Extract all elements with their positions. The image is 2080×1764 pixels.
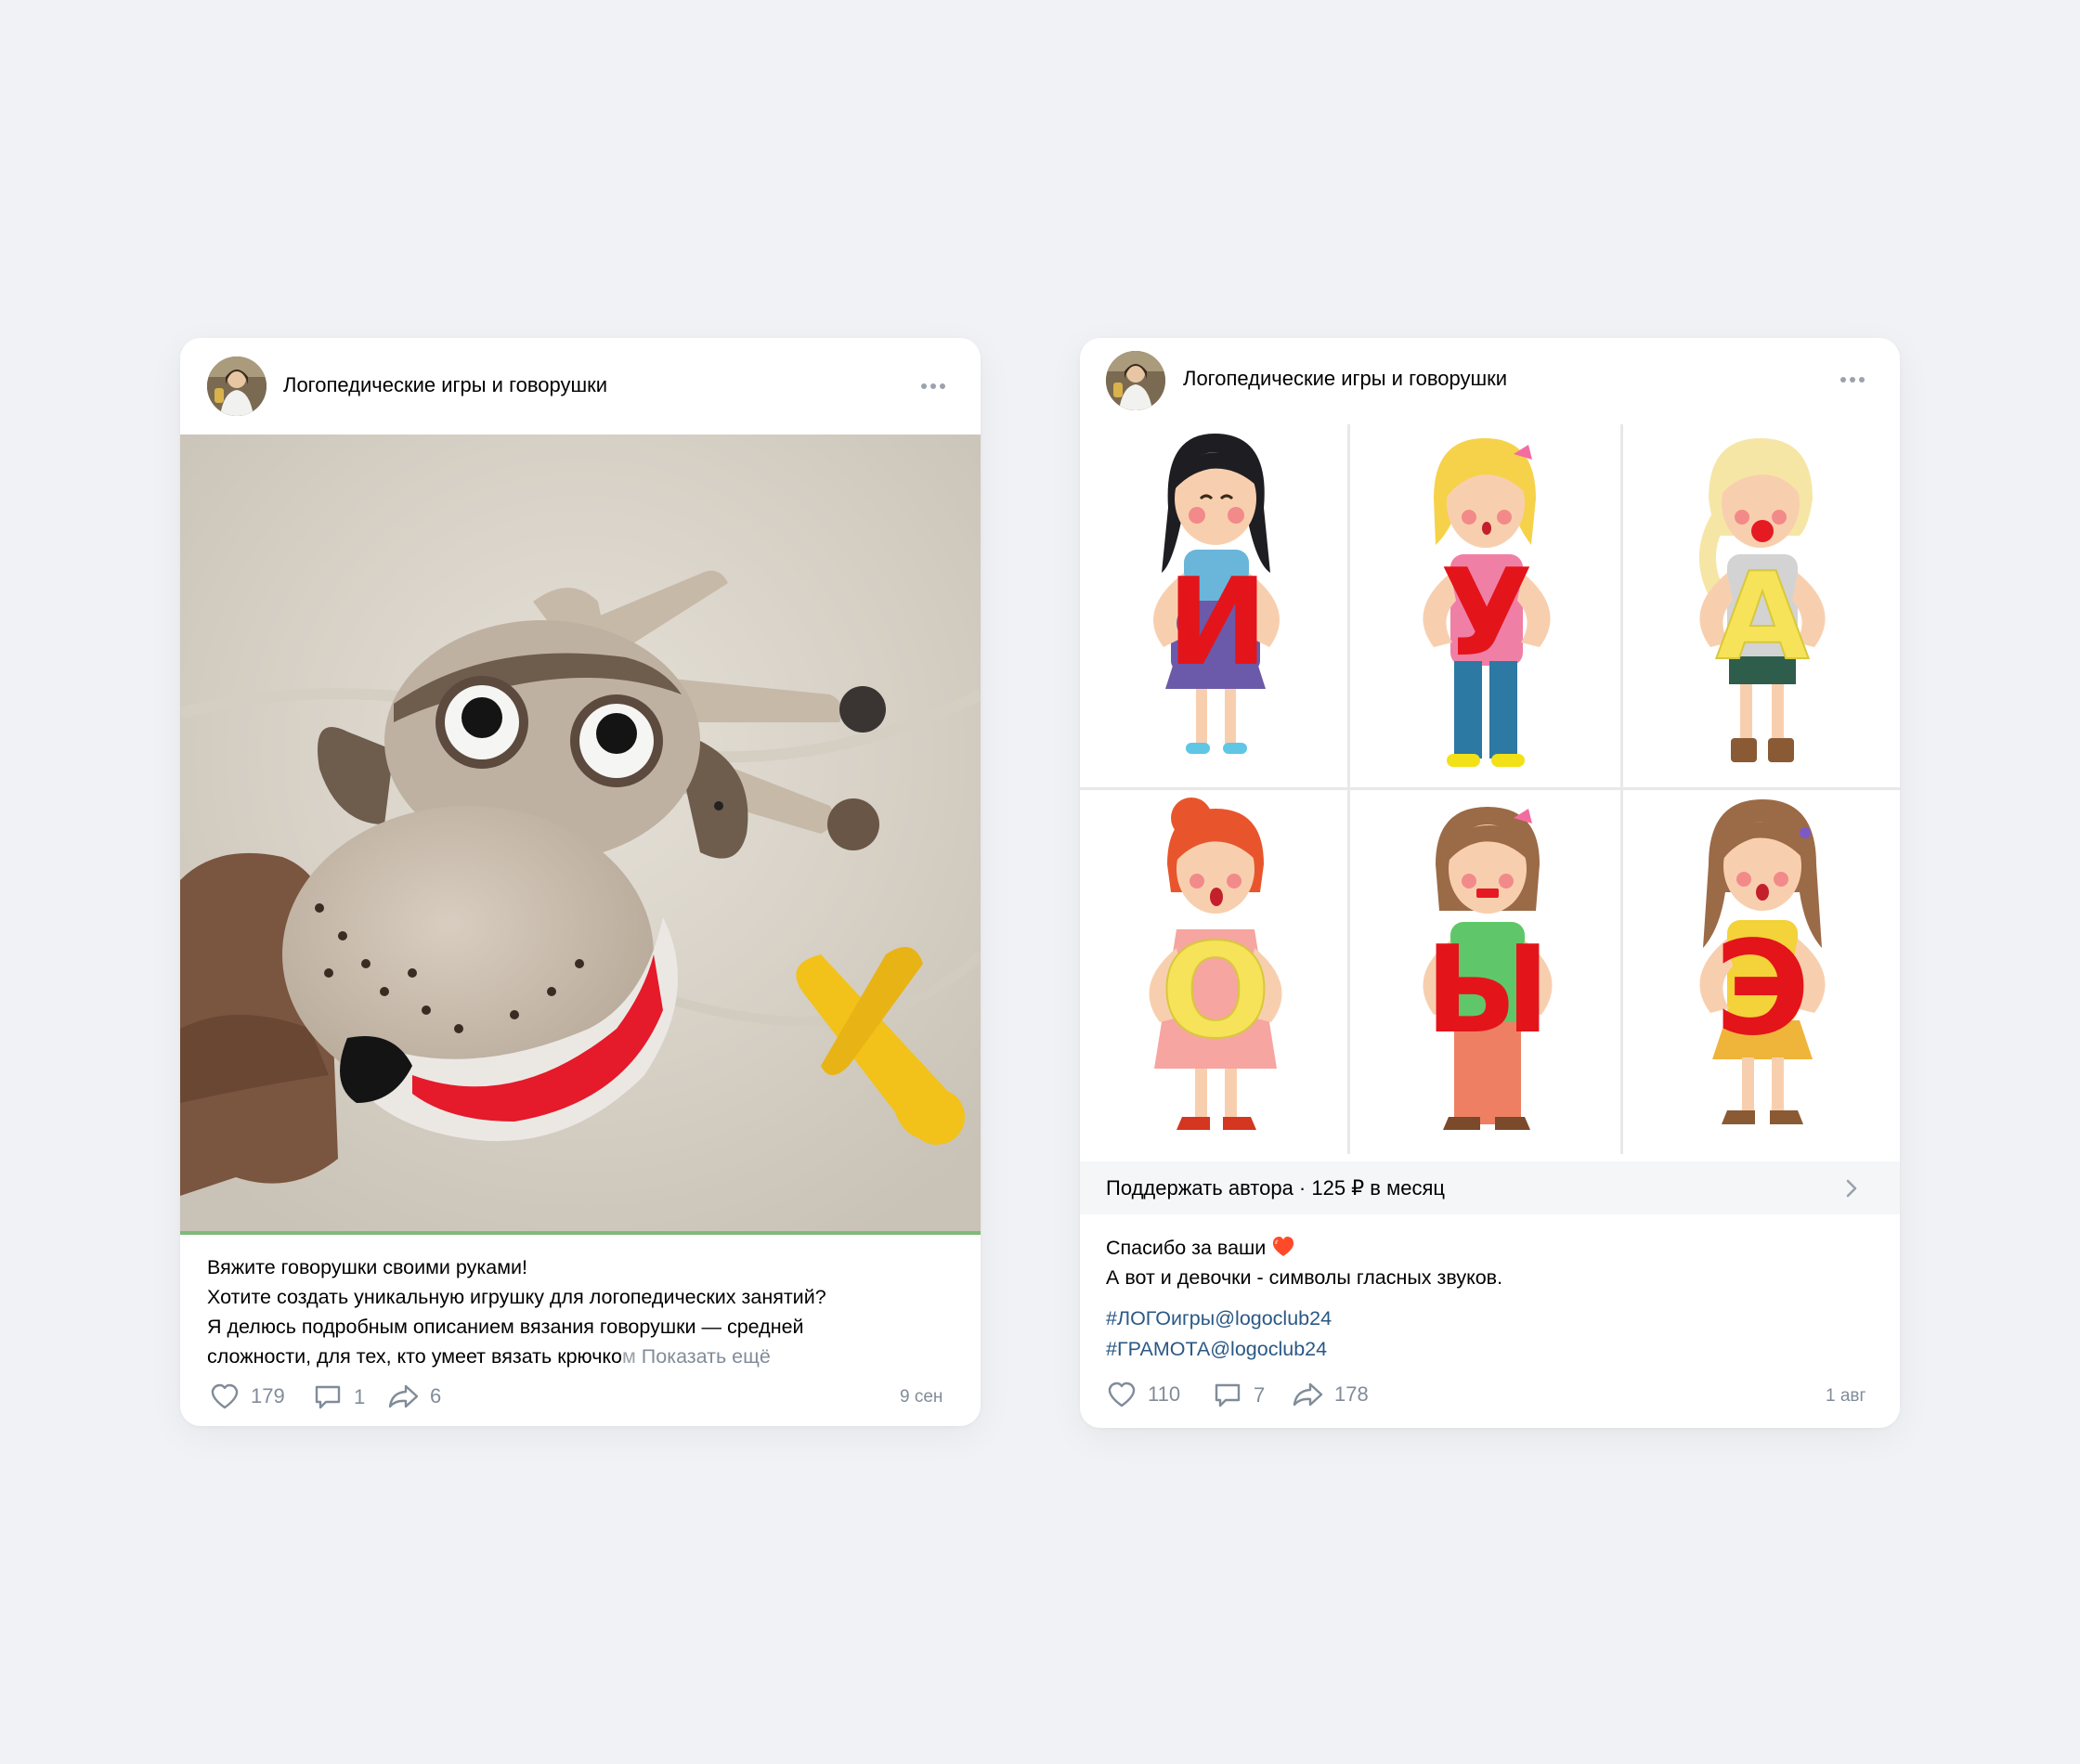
heart-emoji-icon: [1273, 1237, 1294, 1256]
post-footer: 110 7 178 1 авг: [1080, 1377, 1900, 1414]
hashtag-list: #ЛОГОигры@logoclub24 #ГРАМОТА@logoclub24: [1106, 1304, 1332, 1365]
post-card: Логопедические игры и говорушки Вяжите г…: [180, 338, 981, 1426]
show-more-link[interactable]: Показать ещё: [642, 1345, 771, 1368]
letter-image-label: И: [1167, 551, 1268, 693]
comment-button[interactable]: 7: [1213, 1381, 1265, 1409]
chevron-right-icon[interactable]: [1841, 1178, 1862, 1199]
support-author-label[interactable]: Поддержать автора · 125 ₽ в месяц: [1106, 1176, 1445, 1200]
more-icon[interactable]: [921, 382, 949, 391]
text-line: Я делюсь подробным описанием вязания гов…: [207, 1316, 804, 1338]
share-count: 178: [1334, 1382, 1369, 1406]
comment-count: 1: [354, 1385, 366, 1408]
support-author-bar[interactable]: Поддержать автора · 125 ₽ в месяц: [1080, 1161, 1900, 1214]
letter-image-label: Э: [1715, 914, 1811, 1065]
comment-button[interactable]: 1: [313, 1383, 365, 1411]
grid-image[interactable]: А: [1623, 424, 1900, 787]
avatar[interactable]: [1106, 351, 1165, 410]
post-text: Спасибо за ваши А вот и девочки - символ…: [1106, 1233, 1867, 1292]
hashtag-link[interactable]: #ГРАМОТА@logoclub24: [1106, 1334, 1332, 1365]
author-name[interactable]: Логопедические игры и говорушки: [1183, 367, 1507, 391]
post-header: Логопедические игры и говорушки: [180, 338, 981, 435]
letter-image-label: О: [1160, 916, 1270, 1068]
more-icon[interactable]: [1840, 375, 1868, 384]
share-button[interactable]: 178: [1292, 1381, 1369, 1407]
grid-image[interactable]: Ы: [1350, 790, 1620, 1154]
grid-image[interactable]: У: [1350, 424, 1620, 787]
post-photo[interactable]: [180, 435, 981, 1235]
text-line: сложности, для тех, кто умеет вязать крю…: [207, 1345, 623, 1368]
photo-grid: И У А О Ы Э: [1080, 424, 1900, 1154]
post-header: Логопедические игры и говорушки: [1080, 338, 1900, 423]
like-button[interactable]: 110: [1107, 1381, 1180, 1407]
text-line: А вот и девочки - символы гласных звуков…: [1106, 1266, 1503, 1289]
heart-icon: [211, 1383, 239, 1409]
text-line: Спасибо за ваши: [1106, 1237, 1267, 1259]
comment-icon: [1215, 1383, 1241, 1407]
grid-image[interactable]: Э: [1623, 790, 1900, 1154]
share-count: 6: [430, 1384, 442, 1407]
grid-image[interactable]: И: [1080, 424, 1347, 787]
post-text: Вяжите говорушки своими руками! Хотите с…: [207, 1252, 959, 1371]
heart-icon: [1108, 1381, 1136, 1407]
letter-image-label: У: [1440, 542, 1533, 683]
post-footer: 179 1 6 9 сен: [180, 1378, 981, 1415]
text-line: Хотите создать уникальную игрушку для ло…: [207, 1286, 826, 1308]
author-name[interactable]: Логопедические игры и говорушки: [283, 373, 607, 397]
like-button[interactable]: 179: [210, 1383, 285, 1409]
post-card: Логопедические игры и говорушки И У А О …: [1080, 338, 1900, 1428]
like-count: 110: [1148, 1382, 1181, 1406]
comment-icon: [315, 1385, 341, 1409]
share-button[interactable]: 6: [387, 1383, 441, 1409]
text-fade: м: [622, 1345, 636, 1368]
avatar[interactable]: [207, 357, 266, 416]
grid-image[interactable]: О: [1080, 790, 1347, 1154]
post-date[interactable]: 9 сен: [900, 1387, 942, 1407]
share-icon: [1293, 1382, 1323, 1407]
post-date[interactable]: 1 авг: [1826, 1386, 1866, 1407]
hashtag-link[interactable]: #ЛОГОигры@logoclub24: [1106, 1304, 1332, 1334]
like-count: 179: [251, 1384, 285, 1407]
letter-image-label: А: [1716, 546, 1810, 687]
share-icon: [388, 1384, 419, 1408]
comment-count: 7: [1254, 1383, 1266, 1407]
letter-image-label: Ы: [1425, 919, 1551, 1060]
text-line: Вяжите говорушки своими руками!: [207, 1256, 527, 1278]
